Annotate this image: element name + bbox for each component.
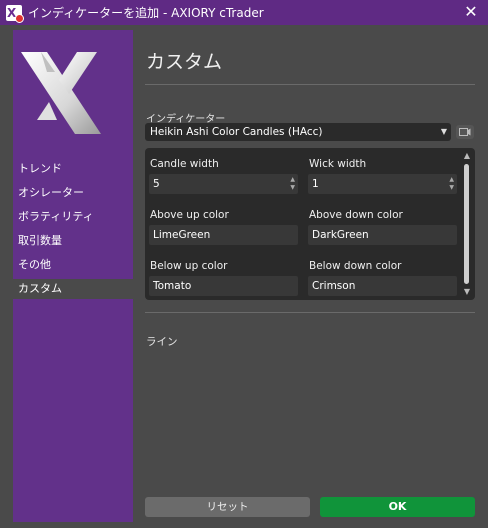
sidebar-item-oscillator[interactable]: オシレーター xyxy=(13,183,133,203)
ok-button[interactable]: OK xyxy=(320,497,475,517)
wick-width-field[interactable]: 1 ▲ ▼ xyxy=(308,174,457,194)
above-up-color-label: Above up color xyxy=(150,209,229,221)
above-up-color-field[interactable]: LimeGreen xyxy=(149,225,298,245)
chevron-down-icon: ▼ xyxy=(440,127,447,136)
sidebar-item-trend[interactable]: トレンド xyxy=(13,159,133,179)
below-up-color-field[interactable]: Tomato xyxy=(149,276,298,296)
camera-icon[interactable] xyxy=(456,125,474,139)
title-bar: X インディケーターを追加 - AXIORY cTrader ✕ xyxy=(0,0,488,25)
scroll-up-icon[interactable]: ▲ xyxy=(464,151,470,160)
page-title: カスタム xyxy=(146,51,223,73)
sidebar-item-volatility[interactable]: ボラティリティ xyxy=(13,207,133,227)
wick-width-label: Wick width xyxy=(309,158,367,170)
wick-width-value: 1 xyxy=(312,178,319,190)
indicator-value: Heikin Ashi Color Candles (HAcc) xyxy=(150,126,323,138)
divider xyxy=(145,84,475,85)
close-icon[interactable]: ✕ xyxy=(462,3,480,21)
below-down-color-field[interactable]: Crimson xyxy=(308,276,457,296)
parameters-panel: Candle width 5 ▲ ▼ Wick width 1 ▲ ▼ Above … xyxy=(145,148,475,300)
indicator-select[interactable]: Heikin Ashi Color Candles (HAcc) ▼ xyxy=(145,123,451,141)
above-down-color-field[interactable]: DarkGreen xyxy=(308,225,457,245)
sidebar-item-other[interactable]: その他 xyxy=(13,255,133,275)
window-title: インディケーターを追加 - AXIORY cTrader xyxy=(28,6,264,20)
divider xyxy=(145,312,475,313)
sidebar-item-volume[interactable]: 取引数量 xyxy=(13,231,133,251)
below-up-color-label: Below up color xyxy=(150,260,228,272)
stepper-icon[interactable]: ▲ ▼ xyxy=(449,176,454,192)
sidebar-item-custom[interactable]: カスタム xyxy=(13,279,133,299)
line-section-label: ライン xyxy=(146,336,178,348)
sidebar: トレンド オシレーター ボラティリティ 取引数量 その他 カスタム xyxy=(13,30,133,522)
candle-width-field[interactable]: 5 ▲ ▼ xyxy=(149,174,298,194)
scrollbar-thumb[interactable] xyxy=(464,164,469,284)
candle-width-value: 5 xyxy=(153,178,160,190)
axiory-logo xyxy=(21,52,101,134)
app-icon: X xyxy=(6,4,24,23)
scroll-down-icon[interactable]: ▼ xyxy=(464,287,470,296)
below-down-color-label: Below down color xyxy=(309,260,402,272)
reset-button[interactable]: リセット xyxy=(145,497,310,517)
candle-width-label: Candle width xyxy=(150,158,219,170)
above-down-color-label: Above down color xyxy=(309,209,403,221)
stepper-icon[interactable]: ▲ ▼ xyxy=(290,176,295,192)
